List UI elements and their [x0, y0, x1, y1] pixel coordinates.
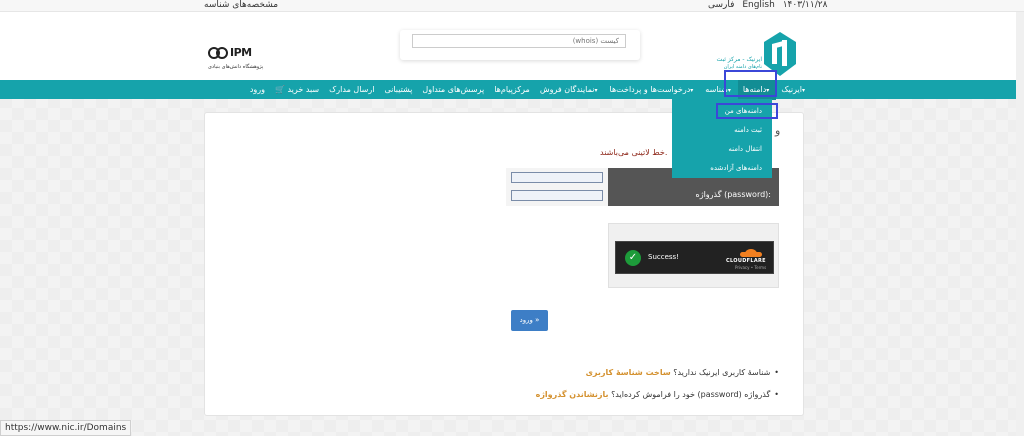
nav-cart[interactable]: 🛒 سبد خرید	[270, 80, 324, 99]
nav-login[interactable]: ورود	[245, 80, 270, 99]
page-title-fragment: و	[775, 124, 781, 137]
dropdown-transfer-domain[interactable]: انتقال دامنه	[728, 145, 762, 153]
main-navbar: ایرنیک▾ دامنه‌ها▾ شناسه▾ درخواست‌ها و پر…	[0, 79, 1024, 100]
profile-link[interactable]: مشخصه‌های شناسه	[204, 0, 278, 10]
nav-items: ایرنیک▾ دامنه‌ها▾ شناسه▾ درخواست‌ها و پر…	[245, 79, 812, 100]
reset-password-link[interactable]: بازنشاندن گذرواژه	[536, 390, 609, 399]
latin-note: خط لاتینی می‌باشند.	[600, 148, 668, 157]
help-reset-password: •گذرواژه (password) خود را فراموش کرده‌ا…	[536, 390, 779, 399]
nav-irnic[interactable]: ایرنیک▾	[776, 80, 812, 100]
captcha-container: ✓ Success! CLOUDFLARE Privacy • Terms	[608, 223, 779, 288]
nav-send-documents[interactable]: ارسال مدارک	[324, 80, 379, 99]
dropdown-my-domains[interactable]: دامنه‌های من	[725, 107, 762, 115]
cloud-icon	[740, 247, 762, 257]
help-create-account: •شناسهٔ کاربری ایرنیک ندارید؟ ساخت شناسه…	[586, 368, 779, 377]
site-header: IPM پژوهشگاه دانش‌های بنیادی ایرنیک - مر…	[0, 12, 1024, 80]
dropdown-released-domains[interactable]: دامنه‌های آزادشده	[710, 164, 762, 172]
lang-english[interactable]: English	[742, 0, 775, 10]
nav-faq[interactable]: پرسش‌های متداول	[417, 80, 489, 99]
dropdown-register-domain[interactable]: ثبت دامنه	[734, 126, 762, 134]
username-input[interactable]	[511, 172, 603, 183]
cart-icon: 🛒	[274, 85, 285, 94]
nav-domains[interactable]: دامنه‌ها▾	[737, 79, 777, 100]
cloudflare-turnstile[interactable]: ✓ Success! CLOUDFLARE Privacy • Terms	[615, 241, 774, 274]
irnic-logo[interactable]: ایرنیک - مرکز ثبت نام‌های دامنه ایران	[712, 30, 798, 82]
whois-search-input[interactable]	[412, 34, 626, 48]
whois-search-box	[400, 30, 640, 60]
chevron-down-icon: ▾	[594, 86, 598, 94]
captcha-links[interactable]: Privacy • Terms	[735, 265, 766, 270]
login-button[interactable]: ورود »	[511, 310, 548, 331]
chevron-down-icon: ▾	[801, 86, 805, 94]
status-bar-url: https://www.nic.ir/Domains	[0, 420, 132, 436]
lang-farsi[interactable]: فارسی	[708, 0, 734, 10]
nav-account[interactable]: شناسه▾	[700, 80, 738, 100]
ipm-circle-icon	[216, 46, 228, 59]
check-icon: ✓	[625, 250, 641, 266]
irnic-logo-line2: نام‌های دامنه ایران	[723, 64, 762, 70]
bullet-icon: •	[774, 368, 779, 377]
top-right-group: فارسی English ۱۴۰۳/۱۱/۲۸	[708, 0, 832, 10]
captcha-brand: CLOUDFLARE	[726, 258, 766, 264]
chevron-down-icon: ▾	[727, 86, 731, 94]
bullet-icon: •	[774, 390, 779, 399]
page-scrollbar[interactable]	[1016, 12, 1024, 436]
password-label: گذرواژه (password):	[695, 190, 771, 199]
password-input[interactable]	[511, 190, 603, 201]
chevron-down-icon: ▾	[766, 86, 770, 94]
domains-dropdown-menu: دامنه‌های من ثبت دامنه انتقال دامنه دامن…	[672, 99, 772, 178]
help-create-text: شناسهٔ کاربری ایرنیک ندارید؟	[673, 368, 771, 377]
nav-resellers[interactable]: نمایندگان فروش▾	[535, 80, 605, 100]
ipm-logo-text: IPM	[230, 46, 252, 59]
nav-message-center[interactable]: مرکزپیام‌ها	[489, 80, 535, 99]
nav-requests-payments[interactable]: درخواست‌ها و پرداخت‌ها▾	[605, 80, 701, 100]
nav-support[interactable]: پشتیبانی	[379, 80, 417, 99]
create-account-link[interactable]: ساخت شناسهٔ کاربری	[586, 368, 671, 377]
top-bar: مشخصه‌های شناسه فارسی English ۱۴۰۳/۱۱/۲۸	[0, 0, 1024, 12]
chevron-down-icon: ▾	[690, 86, 694, 94]
help-reset-text: گذرواژه (password) خود را فراموش کرده‌ای…	[611, 390, 771, 399]
irnic-logo-line1: ایرنیک - مرکز ثبت	[716, 56, 762, 63]
captcha-status: Success!	[648, 253, 679, 261]
current-date: ۱۴۰۳/۱۱/۲۸	[782, 0, 828, 10]
ipm-logo-subtitle: پژوهشگاه دانش‌های بنیادی	[208, 64, 264, 70]
ipm-logo[interactable]: IPM پژوهشگاه دانش‌های بنیادی	[208, 46, 272, 76]
cloudflare-logo: CLOUDFLARE Privacy • Terms	[726, 247, 770, 271]
ipm-mark: IPM	[208, 46, 252, 59]
irnic-emblem-icon	[764, 32, 796, 76]
